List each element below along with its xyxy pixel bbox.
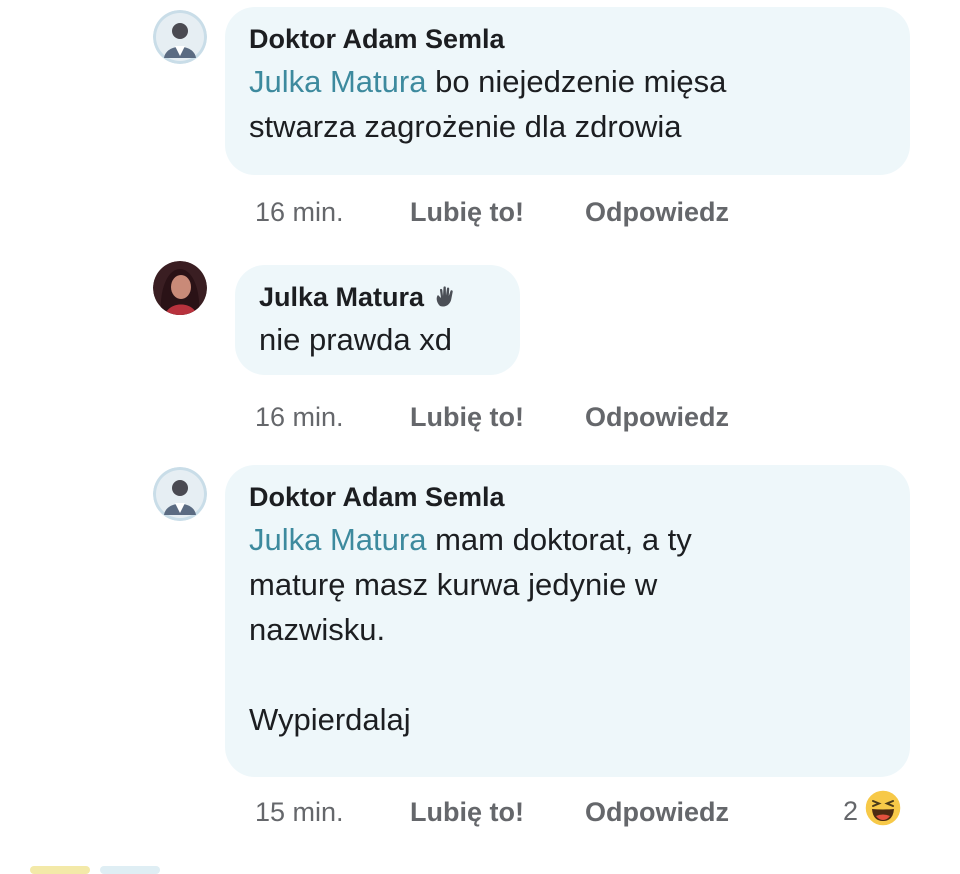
comment-line: bo niejedzenie mięsa (426, 64, 727, 99)
comment-bubble: Julka Matura nie prawda xd (235, 265, 520, 375)
comment-timestamp[interactable]: 16 min. (255, 197, 410, 228)
comment-author-row: Julka Matura (259, 281, 496, 313)
mention-link[interactable]: Julka Matura (249, 64, 426, 99)
like-button[interactable]: Lubię to! (410, 197, 585, 228)
comment-text: Julka Matura bo niejedzenie mięsa stwarz… (249, 59, 886, 149)
like-button[interactable]: Lubię to! (410, 797, 585, 828)
comment-line: nie prawda xd (259, 322, 453, 357)
comment-line: maturę masz kurwa jedynie w (249, 567, 658, 602)
partial-next-item (30, 866, 160, 874)
reply-button[interactable]: Odpowiedz (585, 797, 729, 828)
person-avatar-icon (153, 261, 207, 315)
comment-author[interactable]: Doktor Adam Semla (249, 481, 886, 513)
comment-thread: Doktor Adam Semla Julka Matura bo niejed… (0, 0, 960, 874)
avatar[interactable] (153, 467, 207, 521)
reaction-summary[interactable]: 2 (843, 789, 902, 834)
comment-bubble: Doktor Adam Semla Julka Matura mam dokto… (225, 465, 910, 777)
reaction-count: 2 (843, 796, 859, 826)
comment-line: stwarza zagrożenie dla zdrowia (249, 109, 682, 144)
hand-wave-icon (433, 284, 459, 310)
avatar[interactable] (153, 261, 207, 315)
comment-timestamp[interactable]: 16 min. (255, 402, 410, 433)
like-button[interactable]: Lubię to! (410, 402, 585, 433)
comment-actions: 16 min. Lubię to! Odpowiedz (255, 195, 729, 229)
comment-bubble: Doktor Adam Semla Julka Matura bo niejed… (225, 7, 910, 175)
reply-button[interactable]: Odpowiedz (585, 402, 729, 433)
comment-line: mam doktorat, a ty (426, 522, 692, 557)
comment-author[interactable]: Julka Matura (259, 281, 424, 313)
comment-timestamp[interactable]: 15 min. (255, 797, 410, 828)
reply-button[interactable]: Odpowiedz (585, 197, 729, 228)
comment-line: Wypierdalaj (249, 702, 411, 737)
comment-author[interactable]: Doktor Adam Semla (249, 23, 886, 55)
haha-emoji-icon (864, 789, 902, 834)
avatar[interactable] (153, 10, 207, 64)
comment-line: nazwisku. (249, 612, 386, 647)
person-avatar-icon (153, 467, 207, 521)
comment-actions: 16 min. Lubię to! Odpowiedz (255, 400, 729, 434)
comment-actions: 15 min. Lubię to! Odpowiedz (255, 795, 729, 829)
mention-link[interactable]: Julka Matura (249, 522, 426, 557)
comment-text: nie prawda xd (259, 317, 496, 362)
comment-text: Julka Matura mam doktorat, a ty maturę m… (249, 517, 886, 742)
person-avatar-icon (153, 10, 207, 64)
